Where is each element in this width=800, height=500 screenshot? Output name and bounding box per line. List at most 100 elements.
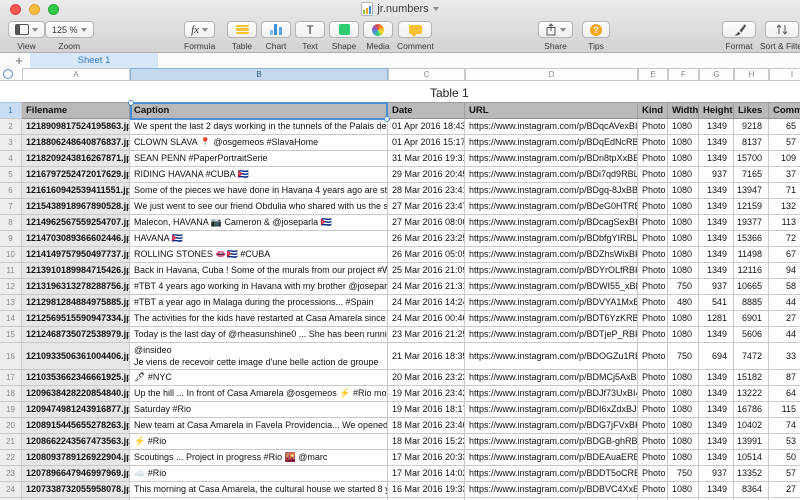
column-letter-D[interactable]: D — [465, 68, 638, 80]
cell-url[interactable]: https://www.instagram.com/p/BDOGZu1RBF2/ — [465, 343, 638, 370]
cell-comments[interactable]: 74 — [769, 418, 800, 434]
cell-width[interactable]: 1080 — [668, 135, 699, 151]
cell-date[interactable]: 21 Mar 2016 18:35:44 — [388, 343, 465, 370]
cell-url[interactable]: https://www.instagram.com/p/BDDT5oCRBDR/ — [465, 466, 638, 482]
cell-caption[interactable]: 🖋 #NYC — [130, 370, 388, 386]
cell-date[interactable]: 26 Mar 2016 05:05:51 — [388, 247, 465, 263]
cell-kind[interactable]: Photo — [638, 311, 668, 327]
cell-kind[interactable]: Photo — [638, 183, 668, 199]
cell-kind[interactable]: Photo — [638, 119, 668, 135]
view-button[interactable] — [8, 21, 45, 38]
row-number[interactable]: 16 — [0, 343, 22, 370]
cell-url[interactable]: https://www.instagram.com/p/BDI6xZdxBJN/ — [465, 402, 638, 418]
row-number[interactable]: 20 — [0, 418, 22, 434]
cell-height[interactable]: 1349 — [699, 450, 734, 466]
cell-date[interactable]: 27 Mar 2016 23:47:11 — [388, 199, 465, 215]
cell-url[interactable]: https://www.instagram.com/p/BDn8tpXxBBf/ — [465, 151, 638, 167]
cell-filename[interactable]: 1208915445655278263.jpg — [22, 418, 130, 434]
cell-url[interactable]: https://www.instagram.com/p/BDZhsWixBPJ/ — [465, 247, 638, 263]
header-likes[interactable]: Likes — [734, 102, 769, 119]
cell-date[interactable]: 01 Apr 2016 18:43:15 — [388, 119, 465, 135]
zoom-button[interactable]: 125 % — [45, 21, 94, 38]
cell-filename[interactable]: 1216797252472017629.jpg — [22, 167, 130, 183]
cell-comments[interactable]: 64 — [769, 386, 800, 402]
cell-filename[interactable]: 1209474981243916877.jpg — [22, 402, 130, 418]
table-select-handle[interactable] — [3, 69, 13, 79]
cell-caption[interactable]: Today is the last day of @rheasunshine0 … — [130, 327, 388, 343]
cell-height[interactable]: 1349 — [699, 370, 734, 386]
cell-url[interactable]: https://www.instagram.com/p/BDbfgYIRBLO/ — [465, 231, 638, 247]
tips-button[interactable]: ? — [582, 21, 610, 38]
cell-width[interactable]: 1080 — [668, 183, 699, 199]
cell-caption[interactable]: The activities for the kids have restart… — [130, 311, 388, 327]
cell-likes[interactable]: 10402 — [734, 418, 769, 434]
cell-url[interactable]: https://www.instagram.com/p/BDcagSexBKz/ — [465, 215, 638, 231]
cell-date[interactable]: 17 Mar 2016 14:02:02 — [388, 466, 465, 482]
cell-filename[interactable]: 1214149757950497737.jpg — [22, 247, 130, 263]
cell-kind[interactable]: Photo — [638, 466, 668, 482]
cell-likes[interactable]: 12159 — [734, 199, 769, 215]
cell-date[interactable]: 24 Mar 2016 14:24:18 — [388, 295, 465, 311]
table-title[interactable]: Table 1 — [430, 86, 469, 100]
cell-width[interactable]: 1080 — [668, 263, 699, 279]
cell-caption[interactable]: #TBT a year ago in Malaga during the pro… — [130, 295, 388, 311]
cell-height[interactable]: 1349 — [699, 263, 734, 279]
cell-height[interactable]: 541 — [699, 295, 734, 311]
cell-width[interactable]: 750 — [668, 343, 699, 370]
tab-sheet-1[interactable]: Sheet 1 — [30, 53, 158, 68]
header-caption[interactable]: Caption — [130, 102, 388, 119]
cell-caption[interactable]: We spent the last 2 days working in the … — [130, 119, 388, 135]
cell-width[interactable]: 1080 — [668, 167, 699, 183]
cell-kind[interactable]: Photo — [638, 386, 668, 402]
row-number[interactable]: 22 — [0, 450, 22, 466]
cell-comments[interactable]: 50 — [769, 450, 800, 466]
cell-url[interactable]: https://www.instagram.com/p/BDTjeP_RBFj/ — [465, 327, 638, 343]
shape-button[interactable] — [329, 21, 359, 38]
cell-width[interactable]: 1080 — [668, 482, 699, 498]
cell-likes[interactable]: 8885 — [734, 295, 769, 311]
cell-comments[interactable]: 72 — [769, 231, 800, 247]
text-button[interactable]: T — [295, 21, 325, 38]
cell-width[interactable]: 1080 — [668, 215, 699, 231]
share-button[interactable] — [538, 21, 573, 38]
cell-height[interactable]: 937 — [699, 466, 734, 482]
cell-caption[interactable]: Some of the pieces we have done in Havan… — [130, 183, 388, 199]
cell-caption[interactable]: #TBT 4 years ago working in Havana with … — [130, 279, 388, 295]
cell-width[interactable]: 1080 — [668, 311, 699, 327]
cell-height[interactable]: 1349 — [699, 327, 734, 343]
row-number[interactable]: 23 — [0, 466, 22, 482]
cell-kind[interactable]: Photo — [638, 279, 668, 295]
cell-date[interactable]: 19 Mar 2016 23:42:39 — [388, 386, 465, 402]
cell-caption[interactable]: RIDING HAVANA #CUBA 🇨🇺 — [130, 167, 388, 183]
document-title[interactable]: jr.numbers — [361, 2, 438, 16]
cell-width[interactable]: 1080 — [668, 247, 699, 263]
row-number[interactable]: 15 — [0, 327, 22, 343]
cell-kind[interactable]: Photo — [638, 327, 668, 343]
column-letter-A[interactable]: A — [22, 68, 130, 80]
cell-height[interactable]: 1349 — [699, 135, 734, 151]
cell-filename[interactable]: 1207896647946997969.jpg — [22, 466, 130, 482]
cell-date[interactable]: 18 Mar 2016 23:46:13 — [388, 418, 465, 434]
cell-filename[interactable]: 1218806248640876837.jpg — [22, 135, 130, 151]
cell-filename[interactable]: 1214962567559254707.jpg — [22, 215, 130, 231]
cell-date[interactable]: 26 Mar 2016 23:25:14 — [388, 231, 465, 247]
cell-height[interactable]: 937 — [699, 279, 734, 295]
cell-comments[interactable]: 27 — [769, 482, 800, 498]
cell-width[interactable]: 1080 — [668, 418, 699, 434]
cell-height[interactable]: 1349 — [699, 215, 734, 231]
row-number[interactable]: 24 — [0, 482, 22, 498]
cell-likes[interactable]: 8364 — [734, 482, 769, 498]
row-number[interactable]: 1 — [0, 102, 22, 119]
cell-url[interactable]: https://www.instagram.com/p/BDMCj5AxBAl/ — [465, 370, 638, 386]
cell-likes[interactable]: 15366 — [734, 231, 769, 247]
cell-filename[interactable]: 1213910189984715426.jpg — [22, 263, 130, 279]
cell-height[interactable]: 1349 — [699, 199, 734, 215]
cell-caption[interactable]: Saturday #Rio — [130, 402, 388, 418]
cell-height[interactable]: 1349 — [699, 434, 734, 450]
cell-kind[interactable]: Photo — [638, 418, 668, 434]
row-number[interactable]: 11 — [0, 263, 22, 279]
cell-url[interactable]: https://www.instagram.com/p/BDGB-ghRBOb/ — [465, 434, 638, 450]
cell-likes[interactable]: 13947 — [734, 183, 769, 199]
sort-filter-button[interactable] — [765, 21, 799, 38]
cell-filename[interactable]: 1216160942539411551.jpg — [22, 183, 130, 199]
